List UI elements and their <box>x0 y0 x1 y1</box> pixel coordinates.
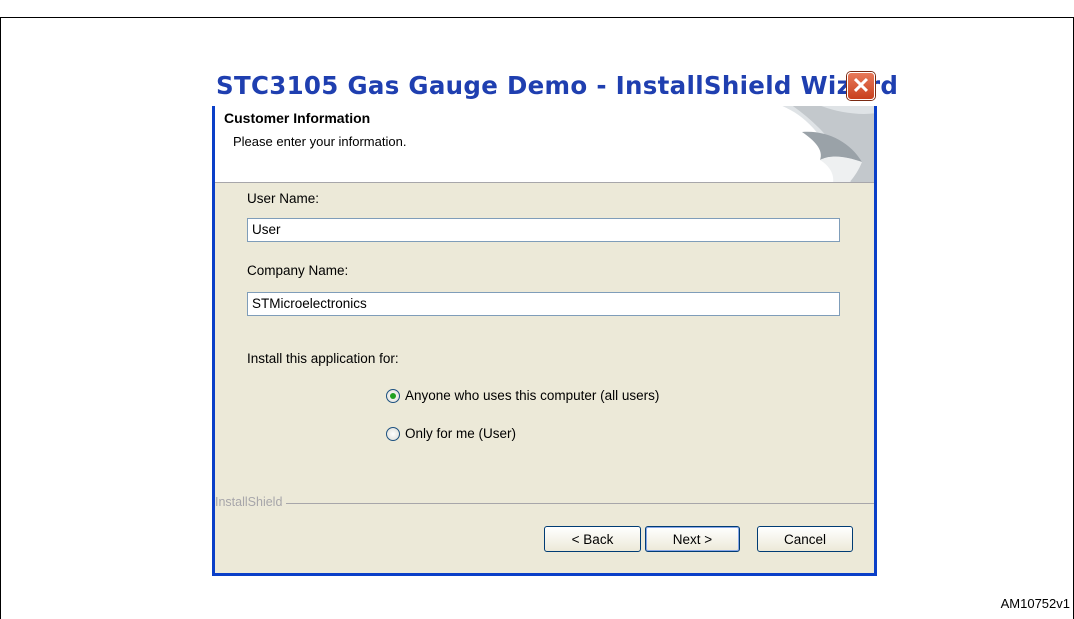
figure-code: AM10752v1 <box>1000 596 1070 611</box>
figure-frame-top <box>0 17 1074 18</box>
radio-all-users-label: Anyone who uses this computer (all users… <box>405 388 660 403</box>
user-name-label: User Name: <box>247 191 320 206</box>
company-name-field[interactable]: STMicroelectronics <box>247 292 840 316</box>
figure-frame-left <box>0 17 1 619</box>
user-name-field[interactable]: User <box>247 218 840 242</box>
radio-only-me-label: Only for me (User) <box>405 426 517 441</box>
close-button[interactable]: ✕ <box>847 72 875 100</box>
cancel-button[interactable]: Cancel <box>757 526 853 552</box>
radio-all-users[interactable]: Anyone who uses this computer (all users… <box>386 388 659 403</box>
install-for-label: Install this application for: <box>247 351 399 366</box>
next-button[interactable]: Next > <box>645 526 740 552</box>
window-title: STC3105 Gas Gauge Demo - InstallShield W… <box>216 71 899 100</box>
title-bar[interactable]: STC3105 Gas Gauge Demo - InstallShield W… <box>212 68 898 106</box>
banner-title: Customer Information <box>224 110 371 126</box>
banner-subtitle: Please enter your information. <box>233 134 407 149</box>
brand-divider <box>215 503 874 504</box>
wizard-banner-graphic <box>782 106 874 182</box>
header-banner: Customer Information Please enter your i… <box>215 106 874 183</box>
close-icon: ✕ <box>851 73 871 98</box>
brand-label: InstallShield <box>215 495 287 509</box>
radio-only-me[interactable]: Only for me (User) <box>386 426 516 441</box>
radio-button[interactable] <box>386 426 400 441</box>
company-name-label: Company Name: <box>247 263 349 278</box>
radio-button-selected[interactable] <box>386 388 400 403</box>
installshield-dialog: STC3105 Gas Gauge Demo - InstallShield W… <box>212 68 898 576</box>
back-button[interactable]: < Back <box>544 526 641 552</box>
